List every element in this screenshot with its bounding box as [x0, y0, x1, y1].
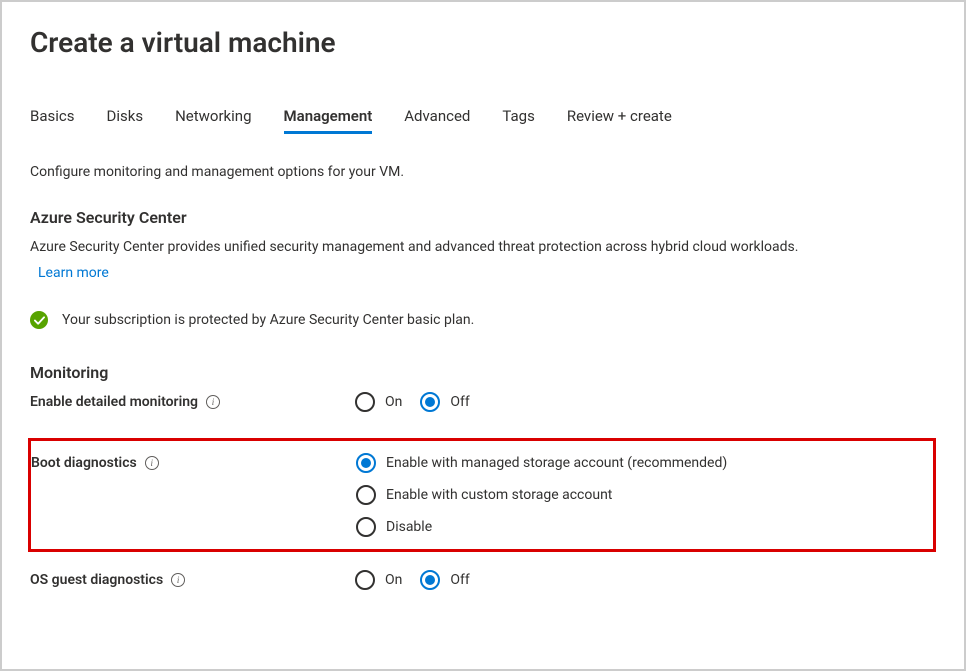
- detailed-monitoring-options: On Off: [355, 392, 470, 412]
- radio-icon: [356, 517, 376, 537]
- check-icon: [30, 311, 48, 329]
- radio-label-disable: Disable: [386, 519, 432, 535]
- security-description: Azure Security Center provides unified s…: [30, 237, 936, 258]
- os-guest-diagnostics-off[interactable]: Off: [420, 570, 469, 590]
- radio-icon: [355, 392, 375, 412]
- detailed-monitoring-off[interactable]: Off: [420, 392, 469, 412]
- detailed-monitoring-on[interactable]: On: [355, 392, 402, 412]
- monitoring-heading: Monitoring: [30, 363, 936, 382]
- radio-label-on: On: [385, 394, 402, 410]
- os-guest-diagnostics-label: OS guest diagnostics: [30, 572, 163, 588]
- radio-label-off: Off: [450, 572, 469, 588]
- radio-label-on: On: [385, 572, 402, 588]
- tab-basics[interactable]: Basics: [30, 107, 75, 134]
- os-guest-diagnostics-row: OS guest diagnostics i On Off: [30, 570, 936, 598]
- radio-icon: [355, 570, 375, 590]
- boot-diagnostics-managed[interactable]: Enable with managed storage account (rec…: [356, 453, 727, 473]
- boot-diagnostics-options: Enable with managed storage account (rec…: [356, 453, 727, 537]
- security-heading: Azure Security Center: [30, 208, 936, 227]
- tab-networking[interactable]: Networking: [175, 107, 251, 134]
- boot-diagnostics-disable[interactable]: Disable: [356, 517, 432, 537]
- tab-management[interactable]: Management: [284, 107, 373, 134]
- detailed-monitoring-label: Enable detailed monitoring: [30, 394, 198, 410]
- tab-advanced[interactable]: Advanced: [404, 107, 470, 134]
- info-icon[interactable]: i: [171, 573, 185, 587]
- radio-label-managed: Enable with managed storage account (rec…: [386, 455, 727, 471]
- radio-icon: [356, 485, 376, 505]
- info-icon[interactable]: i: [206, 395, 220, 409]
- radio-icon: [356, 453, 376, 473]
- page-description: Configure monitoring and management opti…: [30, 164, 936, 180]
- tab-tags[interactable]: Tags: [502, 107, 534, 134]
- learn-more-link[interactable]: Learn more: [38, 265, 109, 281]
- page-title: Create a virtual machine: [30, 26, 936, 59]
- boot-diagnostics-custom[interactable]: Enable with custom storage account: [356, 485, 612, 505]
- info-icon[interactable]: i: [145, 456, 159, 470]
- boot-diagnostics-highlight: Boot diagnostics i Enable with managed s…: [28, 438, 936, 552]
- security-status-row: Your subscription is protected by Azure …: [30, 311, 936, 329]
- boot-diagnostics-label: Boot diagnostics: [31, 455, 137, 471]
- radio-label-off: Off: [450, 394, 469, 410]
- tab-bar: Basics Disks Networking Management Advan…: [30, 107, 936, 134]
- boot-diagnostics-row: Boot diagnostics i Enable with managed s…: [31, 453, 923, 537]
- os-guest-diagnostics-options: On Off: [355, 570, 470, 590]
- radio-label-custom: Enable with custom storage account: [386, 487, 612, 503]
- radio-icon: [420, 392, 440, 412]
- security-description-text: Azure Security Center provides unified s…: [30, 239, 798, 255]
- tab-review-create[interactable]: Review + create: [567, 107, 672, 134]
- os-guest-diagnostics-on[interactable]: On: [355, 570, 402, 590]
- detailed-monitoring-row: Enable detailed monitoring i On Off: [30, 392, 936, 420]
- radio-icon: [420, 570, 440, 590]
- tab-disks[interactable]: Disks: [107, 107, 144, 134]
- security-status-text: Your subscription is protected by Azure …: [62, 312, 474, 328]
